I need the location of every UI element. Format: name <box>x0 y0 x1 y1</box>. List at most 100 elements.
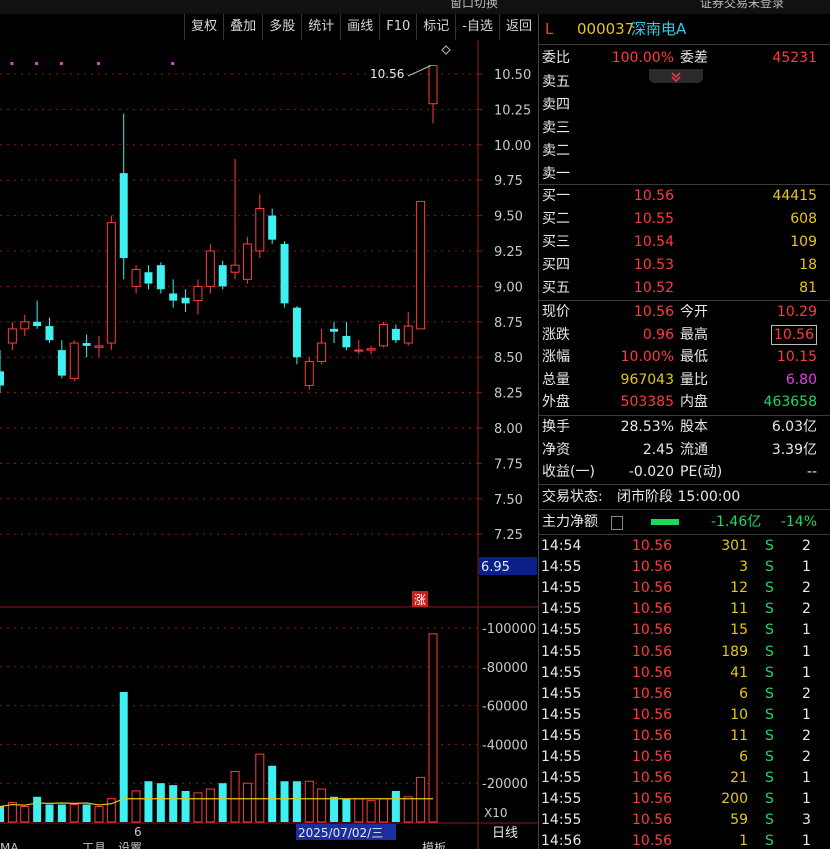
bottom-tab[interactable]: 工具 <box>82 841 106 849</box>
candle-body-up[interactable] <box>193 285 203 302</box>
stock-name[interactable]: 深南电A <box>631 18 686 40</box>
trade-login-fragment[interactable]: 证券交易未登录 <box>700 0 784 11</box>
tick-row[interactable]: 14:55 10.56 59 S 3 <box>539 810 819 831</box>
back-button[interactable]: 返回 <box>498 14 538 40</box>
volume-bar-up[interactable] <box>416 776 426 823</box>
volume-bar-down[interactable] <box>33 796 42 822</box>
candle-body-up[interactable] <box>416 200 426 330</box>
candle-body-up[interactable] <box>205 250 215 287</box>
candle-body-up[interactable] <box>428 65 438 105</box>
buy-level-row[interactable]: 买四 10.53 18 <box>539 254 819 276</box>
candle-body-down[interactable] <box>82 343 91 346</box>
candle-body-down[interactable] <box>144 272 153 284</box>
candle-body-down[interactable] <box>391 328 400 341</box>
candle-body-down[interactable] <box>268 215 277 240</box>
candle-body-up[interactable] <box>69 342 79 379</box>
candle-body-down[interactable] <box>330 328 339 332</box>
volume-bar-up[interactable] <box>354 798 364 823</box>
volume-bar-down[interactable] <box>330 796 339 822</box>
volume-bar-up[interactable] <box>205 788 215 823</box>
volume-bar-down[interactable] <box>45 804 54 822</box>
tick-row[interactable]: 14:55 10.56 15 S 1 <box>539 620 819 641</box>
volume-bar-up[interactable] <box>304 780 314 823</box>
candle-body-up[interactable] <box>255 208 265 252</box>
volume-bar-down[interactable] <box>292 781 301 822</box>
buy-level-row[interactable]: 买五 10.52 81 <box>539 277 819 299</box>
tick-row[interactable]: 14:55 10.56 6 S 2 <box>539 684 819 705</box>
candle-body-down[interactable] <box>57 350 66 376</box>
statistics-button[interactable]: 统计 <box>301 14 340 40</box>
buy-level-row[interactable]: 买二 10.55 608 <box>539 208 819 230</box>
tick-row[interactable]: 14:55 10.56 12 S 2 <box>539 578 819 599</box>
candle-body-up[interactable] <box>317 342 327 362</box>
bottom-tab[interactable]: 模板 <box>422 841 446 849</box>
candle-body-down[interactable] <box>33 321 42 327</box>
fuquan-button[interactable]: 复权 <box>184 14 223 40</box>
volume-bar-up[interactable] <box>242 782 252 823</box>
candle-body-down[interactable] <box>45 326 54 341</box>
volume-bar-down[interactable] <box>144 781 153 822</box>
bottom-tab[interactable]: ... <box>40 841 51 849</box>
event-marker[interactable] <box>96 62 100 65</box>
volume-bar-up[interactable] <box>379 798 389 823</box>
sell-level-row[interactable]: 卖四 <box>539 94 819 116</box>
event-marker[interactable] <box>35 62 39 65</box>
volume-bar-down[interactable] <box>268 765 277 822</box>
volume-bar-up[interactable] <box>403 796 413 823</box>
candle-body-down[interactable] <box>181 297 190 304</box>
period-label[interactable]: 日线 <box>492 826 518 841</box>
window-switch-fragment[interactable]: 窗口切换 <box>450 0 498 11</box>
volume-bar-up[interactable] <box>255 753 265 823</box>
volume-bar-up[interactable] <box>230 771 240 823</box>
candle-body-down[interactable] <box>292 307 301 358</box>
volume-bar-down[interactable] <box>169 785 178 822</box>
tick-row[interactable]: 14:55 10.56 21 S 1 <box>539 768 819 789</box>
candle-body-up[interactable] <box>7 328 17 344</box>
candle-body-up[interactable] <box>20 321 30 330</box>
buy-level-row[interactable]: 买一 10.56 44415 <box>539 185 819 207</box>
volume-bar-down[interactable] <box>119 692 128 822</box>
candle-body-down[interactable] <box>169 293 178 301</box>
candle-body-up[interactable] <box>354 349 364 352</box>
volume-bar-down[interactable] <box>0 806 4 822</box>
main-flow-row[interactable]: 主力净额 -1.46亿 -14% <box>539 511 819 533</box>
tick-row[interactable]: 14:55 10.56 11 S 2 <box>539 726 819 747</box>
candle-body-up[interactable] <box>366 348 376 351</box>
tick-row[interactable]: 14:54 10.56 301 S 2 <box>539 536 819 557</box>
candle-body-down[interactable] <box>156 265 165 290</box>
candle-body-down[interactable] <box>218 265 227 287</box>
stock-code[interactable]: 000037 <box>577 18 634 40</box>
sell-level-row[interactable]: 卖三 <box>539 117 819 139</box>
bottom-tab[interactable]: 设置 <box>118 841 142 849</box>
candle-body-up[interactable] <box>94 345 104 348</box>
tick-row[interactable]: 14:55 10.56 41 S 1 <box>539 663 819 684</box>
event-marker[interactable] <box>171 62 175 65</box>
volume-bar-down[interactable] <box>57 804 66 822</box>
f10-button[interactable]: F10 <box>379 14 416 40</box>
volume-bar-down[interactable] <box>280 781 289 822</box>
candle-body-down[interactable] <box>0 371 4 386</box>
tick-row[interactable]: 14:55 10.56 10 S 1 <box>539 705 819 726</box>
tick-row[interactable]: 14:55 10.56 189 S 1 <box>539 642 819 663</box>
tick-row[interactable]: 14:55 10.56 6 S 2 <box>539 747 819 768</box>
volume-bar-down[interactable] <box>156 783 165 822</box>
kline-chart[interactable]: 10.50 10.25 10.00 9.75 9.50 9.25 9.00 8.75 8.50 8… <box>0 40 538 849</box>
candle-body-up[interactable] <box>242 243 252 280</box>
candle-body-down[interactable] <box>280 243 289 304</box>
candle-body-up[interactable] <box>106 222 116 344</box>
remove-watchlist-button[interactable]: -自选 <box>455 14 499 40</box>
kline-svg[interactable]: 10.50 10.25 10.00 9.75 9.50 9.25 9.00 8.75 8.50 8… <box>0 40 538 849</box>
sell-level-row[interactable]: 卖五 <box>539 71 819 93</box>
candle-body-up[interactable] <box>304 360 314 387</box>
candle-body-down[interactable] <box>119 173 128 259</box>
buy-level-row[interactable]: 买三 10.54 109 <box>539 231 819 253</box>
sell-level-row[interactable]: 卖二 <box>539 140 819 162</box>
volume-bar-up[interactable] <box>69 804 79 823</box>
multi-stock-button[interactable]: 多股 <box>262 14 301 40</box>
mark-button[interactable]: 标记 <box>416 14 455 40</box>
diamond-icon[interactable] <box>441 45 451 55</box>
candle-body-up[interactable] <box>230 264 240 273</box>
volume-bar-up[interactable] <box>131 790 141 823</box>
volume-bar-up[interactable] <box>428 633 438 823</box>
candle-body-up[interactable] <box>403 325 413 344</box>
